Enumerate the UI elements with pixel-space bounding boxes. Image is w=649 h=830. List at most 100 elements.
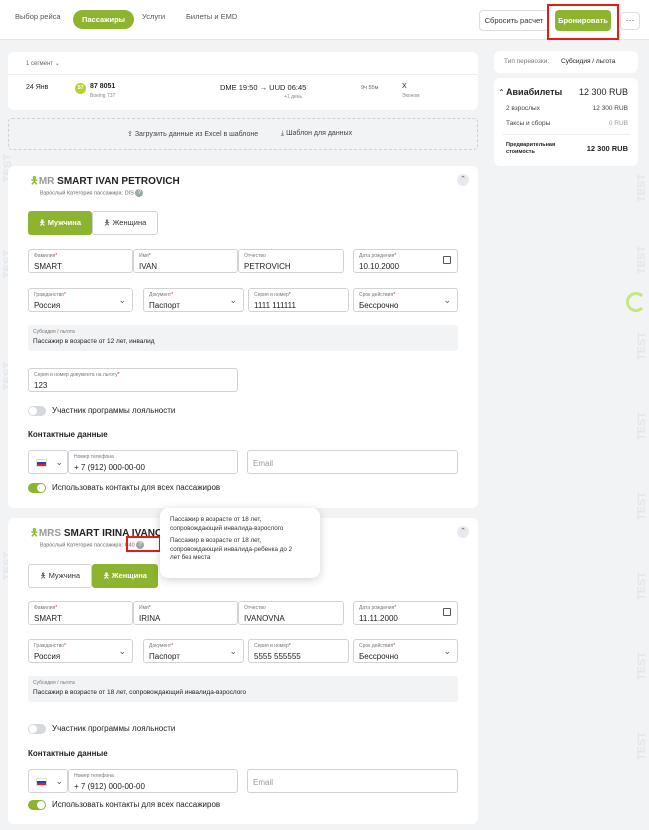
tab-passengers[interactable]: Пассажиры xyxy=(73,10,135,29)
russia-flag-icon xyxy=(36,459,47,467)
tab-services[interactable]: Услуги xyxy=(142,12,165,21)
upload-icon: ⇪ xyxy=(127,131,133,138)
download-icon: ⤓ xyxy=(281,130,285,137)
download-template-link[interactable]: ⤓ Шаблон для данных xyxy=(281,130,352,138)
chevron-down-icon: ⌄ xyxy=(55,776,63,786)
female-icon: 🯅 xyxy=(103,218,111,227)
watermark: TEST xyxy=(636,331,649,361)
document-select[interactable]: Документ* Паспорт ⌄ xyxy=(143,288,244,312)
tooltip-line: сопровождающий инвалида-взрослого xyxy=(170,524,284,532)
toggle-knob xyxy=(37,484,45,492)
country-code-select[interactable]: ⌄ xyxy=(28,769,68,793)
tooltip-line: сопровождающий инвалида-ребенка до 2 xyxy=(170,545,293,553)
surname-field[interactable]: Фамилия* SMART xyxy=(28,249,133,273)
doc-number-field[interactable]: Серия и номер* 1111 111111 xyxy=(248,288,349,312)
subsidy-value: Пассажир в возрасте от 18 лет, сопровожд… xyxy=(33,689,247,696)
phone-field[interactable]: Номер телефона + 7 (912) 000-00-00 xyxy=(68,450,238,474)
flight-segment-card: 1 сегмент ⌄ 24 Янв S7 87 8051 Boeing 737… xyxy=(8,52,478,110)
chevron-down-icon: ⌄ xyxy=(229,646,237,656)
price-summary-card: ⌃ Авиабилеты 12 300 RUB 2 взрослых 12 30… xyxy=(494,78,638,166)
watermark: TEST xyxy=(636,491,649,521)
adults-value: 12 300 RUB xyxy=(592,105,628,112)
use-contacts-toggle[interactable] xyxy=(28,483,46,493)
phone-field[interactable]: Номер телефона + 7 (912) 000-00-00 xyxy=(68,769,238,793)
booking-class: X xyxy=(402,83,407,90)
aircraft-type: Boeing 737 xyxy=(90,93,116,99)
dob-field[interactable]: Дата рождения* 10.10.2000 xyxy=(353,249,458,273)
highlight-category xyxy=(126,536,161,552)
subsidy-block: Субсидия / льгота Пассажир в возрасте от… xyxy=(28,325,458,351)
passenger-category: Взрослый Категория пассажира: DIS ? xyxy=(40,189,144,197)
adults-label: 2 взрослых xyxy=(506,105,540,112)
more-menu-button[interactable]: ⋯ xyxy=(620,12,640,30)
help-icon[interactable]: ? xyxy=(135,189,144,197)
name-field[interactable]: Имя* IRINA xyxy=(133,601,238,625)
loyalty-toggle[interactable] xyxy=(28,406,46,416)
transport-type-card: Тип перевозки: Субсидия / льгота xyxy=(494,51,638,73)
toggle-knob xyxy=(37,801,45,809)
reset-calculation-button[interactable]: Сбросить расчет xyxy=(479,10,549,31)
name-field[interactable]: Имя* IVAN xyxy=(133,249,238,273)
chevron-down-icon: ⌄ xyxy=(229,295,237,305)
calendar-icon[interactable] xyxy=(443,608,451,616)
document-select[interactable]: Документ* Паспорт ⌄ xyxy=(143,639,244,663)
chevron-down-icon: ⌄ xyxy=(118,295,126,305)
collapse-chevron-icon[interactable]: ⌃ xyxy=(498,88,505,97)
tickets-total: 12 300 RUB xyxy=(578,87,628,97)
segment-date: 24 Янв xyxy=(26,84,49,91)
tooltip-line: Пассажир в возрасте от 18 лет, xyxy=(170,516,262,523)
category-tooltip: Пассажир в возрасте от 18 лет, сопровожд… xyxy=(160,508,320,578)
tooltip-line: лет без места xyxy=(170,554,211,561)
calendar-icon[interactable] xyxy=(443,256,451,264)
upload-excel-link[interactable]: ⇪ Загрузить данные из Excel в шаблоне xyxy=(127,130,258,138)
chevron-down-icon: ⌄ xyxy=(118,646,126,656)
chevron-down-icon: ⌄ xyxy=(55,457,63,467)
email-field[interactable]: Email xyxy=(247,769,458,793)
person-icon: 🯅 xyxy=(30,528,39,539)
dob-field[interactable]: Дата рождения* 11.11.2000 xyxy=(353,601,458,625)
doc-number-field[interactable]: Серия и номер* 5555 555555 xyxy=(248,639,349,663)
transport-type-label: Тип перевозки: xyxy=(504,58,550,65)
upload-area: ⇪ Загрузить данные из Excel в шаблоне ⤓ … xyxy=(8,118,478,150)
validity-select[interactable]: Срок действия* Бессрочно ⌄ xyxy=(353,639,458,663)
email-field[interactable]: Email xyxy=(247,450,458,474)
collapse-button[interactable]: ⌃ xyxy=(457,174,469,186)
loyalty-toggle[interactable] xyxy=(28,724,46,734)
flight-duration: 9ч 55м xyxy=(361,85,379,91)
citizenship-select[interactable]: Гражданство* Россия ⌄ xyxy=(28,288,133,312)
tab-tickets-emd[interactable]: Билеты и EMD xyxy=(186,12,237,21)
chevron-down-icon: ⌄ xyxy=(443,646,451,656)
subsidy-block: Субсидия / льгота Пассажир в возрасте от… xyxy=(28,676,458,702)
male-icon: 🯅 xyxy=(39,571,47,580)
segment-count[interactable]: 1 сегмент ⌄ xyxy=(26,60,60,67)
female-icon: 🯅 xyxy=(103,571,110,580)
use-contacts-label: Использовать контакты для всех пассажиро… xyxy=(52,800,221,809)
watermark: TEST xyxy=(636,173,649,203)
country-code-select[interactable]: ⌄ xyxy=(28,450,68,474)
tab-flight-select[interactable]: Выбор рейса xyxy=(15,12,61,21)
gender-female-button[interactable]: 🯅 Женщина xyxy=(92,211,158,235)
subsidy-label: Субсидия / льгота xyxy=(33,329,75,335)
loyalty-label: Участник программы лояльности xyxy=(52,724,176,733)
loading-spinner-icon xyxy=(626,292,646,312)
tickets-label: Авиабилеты xyxy=(506,87,563,97)
patronymic-field[interactable]: Отчество PETROVICH xyxy=(238,249,344,273)
patronymic-field[interactable]: Отчество IVANOVNA xyxy=(238,601,344,625)
male-icon: 🯅 xyxy=(38,218,46,227)
validity-select[interactable]: Срок действия* Бессрочно ⌄ xyxy=(353,288,458,312)
gender-female-button[interactable]: 🯅 Женщина xyxy=(92,564,158,588)
passenger-card-1: 🯅MR SMART IVAN PETROVICH Взрослый Катего… xyxy=(8,166,478,508)
surname-field[interactable]: Фамилия* SMART xyxy=(28,601,133,625)
benefit-doc-field[interactable]: Серия и номер документа на льготу* 123 xyxy=(28,368,238,392)
use-contacts-label: Использовать контакты для всех пассажиро… xyxy=(52,483,221,492)
subsidy-value: Пассажир в возрасте от 12 лет, инвалид xyxy=(33,338,155,345)
gender-male-button[interactable]: 🯅 Мужчина xyxy=(28,564,92,588)
next-day-note: +1 день xyxy=(284,94,303,100)
tooltip-line: Пассажир в возрасте от 18 лет, xyxy=(170,537,262,544)
toggle-knob xyxy=(29,725,37,733)
use-contacts-toggle[interactable] xyxy=(28,800,46,810)
citizenship-select[interactable]: Гражданство* Россия ⌄ xyxy=(28,639,133,663)
collapse-button[interactable]: ⌃ xyxy=(457,526,469,538)
chevron-down-icon: ⌄ xyxy=(443,295,451,305)
gender-male-button[interactable]: 🯅 Мужчина xyxy=(28,211,92,235)
